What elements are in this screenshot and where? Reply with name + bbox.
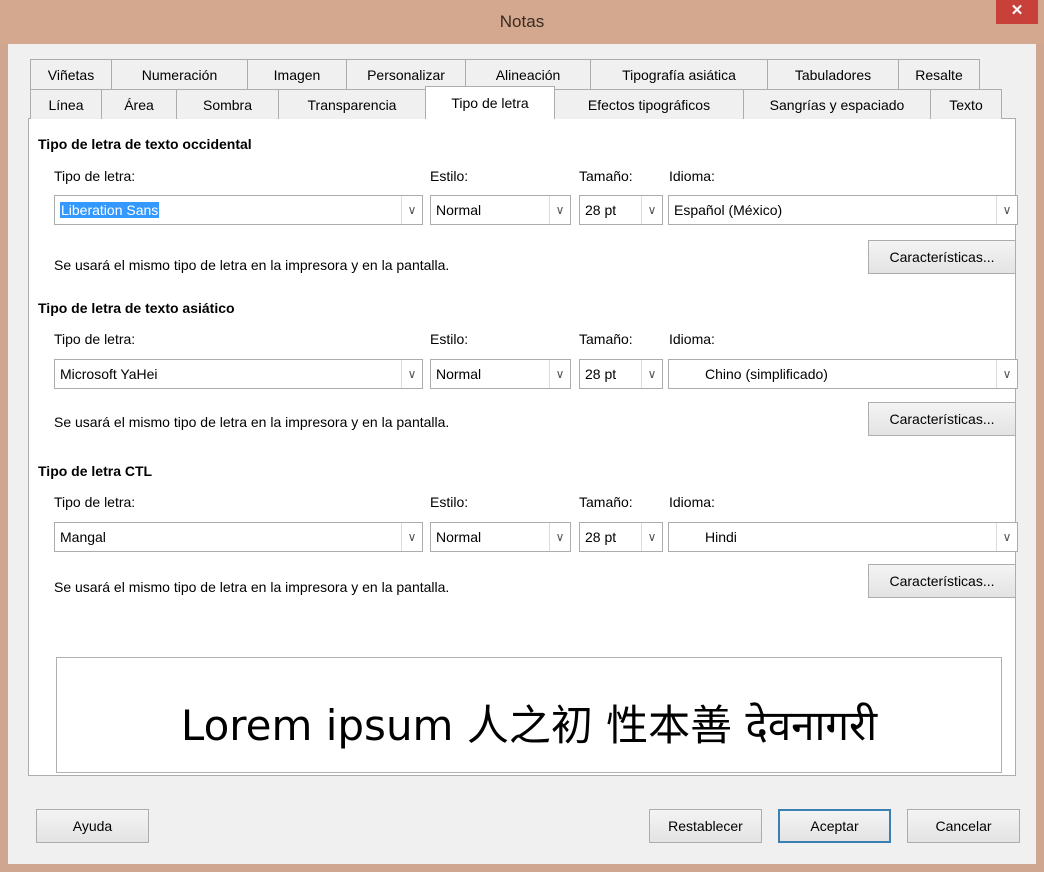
ctl-language-value: Hindi: [705, 529, 737, 545]
tab-tipo-de-letra[interactable]: Tipo de letra: [425, 86, 555, 119]
asian-font-label: Tipo de letra:: [54, 331, 136, 347]
close-icon[interactable]: ✕: [996, 0, 1038, 24]
title-bar: Notas ✕: [0, 0, 1044, 44]
tab-tipografia-asiatica[interactable]: Tipografía asiática: [590, 59, 768, 89]
chevron-down-icon[interactable]: ∨: [996, 360, 1017, 388]
western-size-combo[interactable]: 28 pt ∨: [579, 195, 663, 225]
asian-language-value: Chino (simplificado): [705, 366, 828, 382]
western-language-select[interactable]: Español (México) ∨: [668, 195, 1018, 225]
ctl-font-label: Tipo de letra:: [54, 494, 136, 510]
tab-transparencia[interactable]: Transparencia: [278, 89, 426, 119]
asian-size-label: Tamaño:: [579, 331, 633, 347]
asian-section-title: Tipo de letra de texto asiático: [38, 300, 235, 316]
help-button[interactable]: Ayuda: [36, 809, 149, 843]
ctl-language-label: Idioma:: [669, 494, 715, 510]
ctl-size-combo[interactable]: 28 pt ∨: [579, 522, 663, 552]
tab-texto[interactable]: Texto: [930, 89, 1002, 119]
western-style-select[interactable]: Normal ∨: [430, 195, 571, 225]
tab-vinetas[interactable]: Viñetas: [30, 59, 112, 89]
asian-font-value: Microsoft YaHei: [60, 366, 158, 382]
tab-personalizar[interactable]: Personalizar: [346, 59, 466, 89]
chevron-down-icon[interactable]: ∨: [549, 360, 570, 388]
ctl-features-button[interactable]: Características...: [868, 564, 1016, 598]
ctl-style-value: Normal: [436, 529, 482, 545]
western-note: Se usará el mismo tipo de letra en la im…: [54, 257, 450, 273]
asian-style-value: Normal: [436, 366, 482, 382]
tab-row-1: Viñetas Numeración Imagen Personalizar A…: [30, 59, 980, 89]
ctl-size-label: Tamaño:: [579, 494, 633, 510]
cancel-button[interactable]: Cancelar: [907, 809, 1020, 843]
western-font-combo[interactable]: Liberation Sans ∨: [54, 195, 423, 225]
tab-tabuladores[interactable]: Tabuladores: [767, 59, 899, 89]
western-font-label: Tipo de letra:: [54, 168, 136, 184]
chevron-down-icon[interactable]: ∨: [641, 523, 662, 551]
asian-language-label: Idioma:: [669, 331, 715, 347]
chevron-down-icon[interactable]: ∨: [401, 523, 422, 551]
asian-style-label: Estilo:: [430, 331, 469, 347]
asian-size-combo[interactable]: 28 pt ∨: [579, 359, 663, 389]
chevron-down-icon[interactable]: ∨: [401, 196, 422, 224]
asian-language-select[interactable]: Chino (simplificado) ∨: [668, 359, 1018, 389]
tab-linea[interactable]: Línea: [30, 89, 102, 119]
window-title: Notas: [499, 12, 545, 31]
tab-resalte[interactable]: Resalte: [898, 59, 980, 89]
western-features-button[interactable]: Características...: [868, 240, 1016, 274]
preview-text: Lorem ipsum 人之初 性本善 देवनागरी: [180, 701, 878, 750]
dialog-body: Viñetas Numeración Imagen Personalizar A…: [8, 44, 1036, 864]
western-style-value: Normal: [436, 202, 482, 218]
ctl-language-select[interactable]: Hindi ∨: [668, 522, 1018, 552]
chevron-down-icon[interactable]: ∨: [401, 360, 422, 388]
tab-row-2: Línea Área Sombra Transparencia Tipo de …: [30, 86, 1002, 119]
asian-style-select[interactable]: Normal ∨: [430, 359, 571, 389]
chevron-down-icon[interactable]: ∨: [641, 360, 662, 388]
western-section-title: Tipo de letra de texto occidental: [38, 136, 252, 152]
dialog-window: Notas ✕ Viñetas Numeración Imagen Person…: [0, 0, 1044, 872]
western-font-value: Liberation Sans: [60, 202, 160, 218]
ctl-font-combo[interactable]: Mangal ∨: [54, 522, 423, 552]
chevron-down-icon[interactable]: ∨: [641, 196, 662, 224]
ok-button[interactable]: Aceptar: [778, 809, 891, 843]
ctl-section-title: Tipo de letra CTL: [38, 463, 153, 479]
asian-font-combo[interactable]: Microsoft YaHei ∨: [54, 359, 423, 389]
western-size-label: Tamaño:: [579, 168, 633, 184]
tab-efectos-tipograficos[interactable]: Efectos tipográficos: [554, 89, 744, 119]
ctl-size-value: 28 pt: [585, 529, 617, 545]
tab-numeracion[interactable]: Numeración: [111, 59, 248, 89]
western-size-value: 28 pt: [585, 202, 617, 218]
asian-note: Se usará el mismo tipo de letra en la im…: [54, 414, 450, 430]
asian-size-value: 28 pt: [585, 366, 617, 382]
ctl-style-select[interactable]: Normal ∨: [430, 522, 571, 552]
chevron-down-icon[interactable]: ∨: [996, 523, 1017, 551]
western-language-label: Idioma:: [669, 168, 715, 184]
tab-imagen[interactable]: Imagen: [247, 59, 347, 89]
tab-sombra[interactable]: Sombra: [176, 89, 279, 119]
western-style-label: Estilo:: [430, 168, 469, 184]
chevron-down-icon[interactable]: ∨: [996, 196, 1017, 224]
tab-sangrias-y-espaciado[interactable]: Sangrías y espaciado: [743, 89, 931, 119]
tab-area[interactable]: Área: [101, 89, 177, 119]
ctl-style-label: Estilo:: [430, 494, 469, 510]
asian-features-button[interactable]: Características...: [868, 402, 1016, 436]
chevron-down-icon[interactable]: ∨: [549, 523, 570, 551]
font-preview: Lorem ipsum 人之初 性本善 देवनागरी: [56, 657, 1002, 773]
reset-button[interactable]: Restablecer: [649, 809, 762, 843]
tab-alineacion[interactable]: Alineación: [465, 59, 591, 89]
chevron-down-icon[interactable]: ∨: [549, 196, 570, 224]
ctl-font-value: Mangal: [60, 529, 106, 545]
ctl-note: Se usará el mismo tipo de letra en la im…: [54, 579, 450, 595]
western-language-value: Español (México): [674, 202, 783, 218]
